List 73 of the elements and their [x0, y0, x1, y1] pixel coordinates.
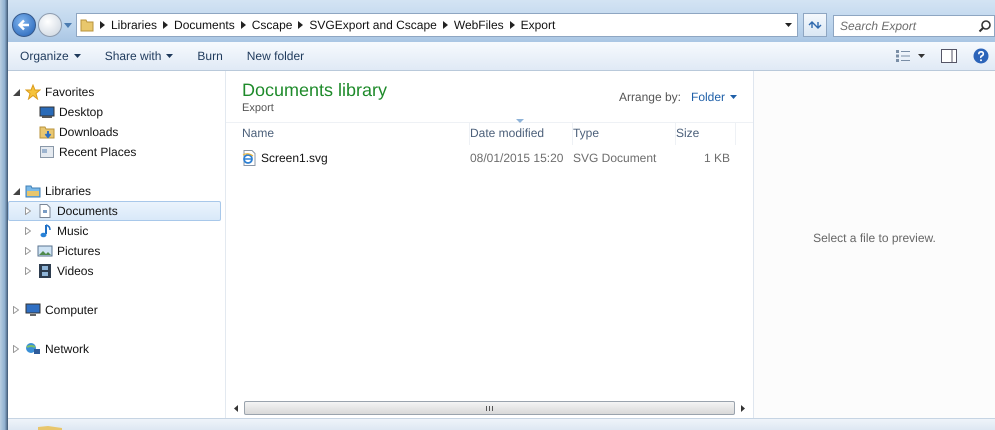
- window-icon: [39, 144, 55, 160]
- web-document-icon: [242, 150, 256, 166]
- library-title: Documents library: [242, 80, 388, 101]
- nav-item[interactable]: Recent Places: [8, 142, 221, 162]
- caret-icon: [64, 22, 72, 28]
- toolbar-button[interactable]: New folder: [244, 46, 306, 66]
- breadcrumb[interactable]: SVGExport and Cscape: [309, 18, 437, 32]
- nav-item[interactable]: Music: [8, 221, 221, 241]
- arrange-dropdown[interactable]: Folder: [690, 90, 737, 104]
- file-name-cell[interactable]: Screen1.svg: [242, 145, 470, 171]
- help-icon: [973, 48, 989, 64]
- caret-icon: [785, 23, 792, 27]
- arrange-label: Arrange by:: [618, 90, 681, 104]
- toolbar-button[interactable]: Burn: [195, 46, 225, 66]
- preview-message: Select a file to preview.: [813, 230, 936, 244]
- grip-icon: [486, 406, 493, 410]
- chevron-icon: [298, 21, 304, 29]
- breadcrumb[interactable]: Libraries: [111, 18, 158, 32]
- column-header[interactable]: Type: [573, 123, 676, 145]
- table-cell-text: 08/01/2015 15:20: [470, 150, 564, 167]
- list-view-icon: [896, 50, 910, 62]
- refresh-icon: [808, 19, 822, 31]
- preview-pane-button[interactable]: [941, 49, 957, 63]
- monitor-icon: [39, 104, 55, 120]
- table-cell-text: SVG Document: [573, 150, 658, 167]
- star-icon: [25, 84, 41, 100]
- chevron-icon: [163, 21, 168, 29]
- library-subtitle: Export: [242, 102, 275, 114]
- scrollbar-thumb[interactable]: [244, 401, 735, 415]
- back-button[interactable]: [12, 13, 36, 37]
- help-button[interactable]: [973, 48, 989, 64]
- breadcrumb[interactable]: WebFiles: [454, 18, 504, 32]
- column-header[interactable]: Size: [676, 123, 736, 145]
- folder-icon: [39, 124, 55, 140]
- address-bar[interactable]: Libraries Documents Cscape SVGExport and Cscape WebFiles Export: [76, 13, 798, 37]
- picture-icon: [37, 243, 53, 259]
- nav-group[interactable]: Computer: [8, 300, 221, 320]
- column-header[interactable]: Date modified: [470, 123, 573, 145]
- chevron-icon: [510, 21, 515, 29]
- nav-item[interactable]: Documents: [8, 201, 221, 221]
- caret-icon: [730, 95, 737, 99]
- right-arrow-icon: [741, 404, 745, 412]
- search-field[interactable]: Search Export: [833, 15, 995, 37]
- toolbar-button[interactable]: Share with: [102, 46, 176, 66]
- chevron-icon: [100, 21, 105, 29]
- network-icon: [25, 341, 41, 357]
- breadcrumb[interactable]: Export: [520, 18, 556, 32]
- view-options-button[interactable]: [896, 50, 925, 62]
- film-icon: [37, 263, 53, 279]
- arrow-icon: [17, 18, 31, 32]
- refresh-button[interactable]: [803, 13, 827, 37]
- computer-icon: [25, 302, 41, 318]
- caret-icon: [918, 54, 925, 58]
- nav-item[interactable]: Videos: [8, 261, 221, 281]
- document-icon: [37, 203, 53, 219]
- toolbar-button[interactable]: Organize: [18, 46, 83, 66]
- nav-item[interactable]: Pictures: [8, 241, 221, 261]
- nav-item[interactable]: Desktop: [8, 102, 221, 122]
- chevron-icon: [442, 21, 448, 29]
- nav-group[interactable]: Libraries: [8, 181, 221, 201]
- folder-icon: [80, 18, 94, 32]
- breadcrumb[interactable]: Documents: [174, 18, 235, 32]
- pane-icon: [941, 49, 957, 63]
- chevron-icon: [240, 21, 246, 29]
- search-icon: [978, 19, 992, 33]
- column-header[interactable]: Name: [242, 123, 470, 145]
- nav-group[interactable]: Favorites: [8, 82, 221, 102]
- folder-icon: [25, 183, 41, 199]
- nav-item[interactable]: Downloads: [8, 122, 221, 142]
- table-cell-text: 1 KB: [702, 150, 731, 167]
- nav-group[interactable]: Network: [8, 339, 221, 359]
- breadcrumb[interactable]: Cscape: [252, 18, 292, 32]
- left-arrow-icon: [234, 404, 238, 412]
